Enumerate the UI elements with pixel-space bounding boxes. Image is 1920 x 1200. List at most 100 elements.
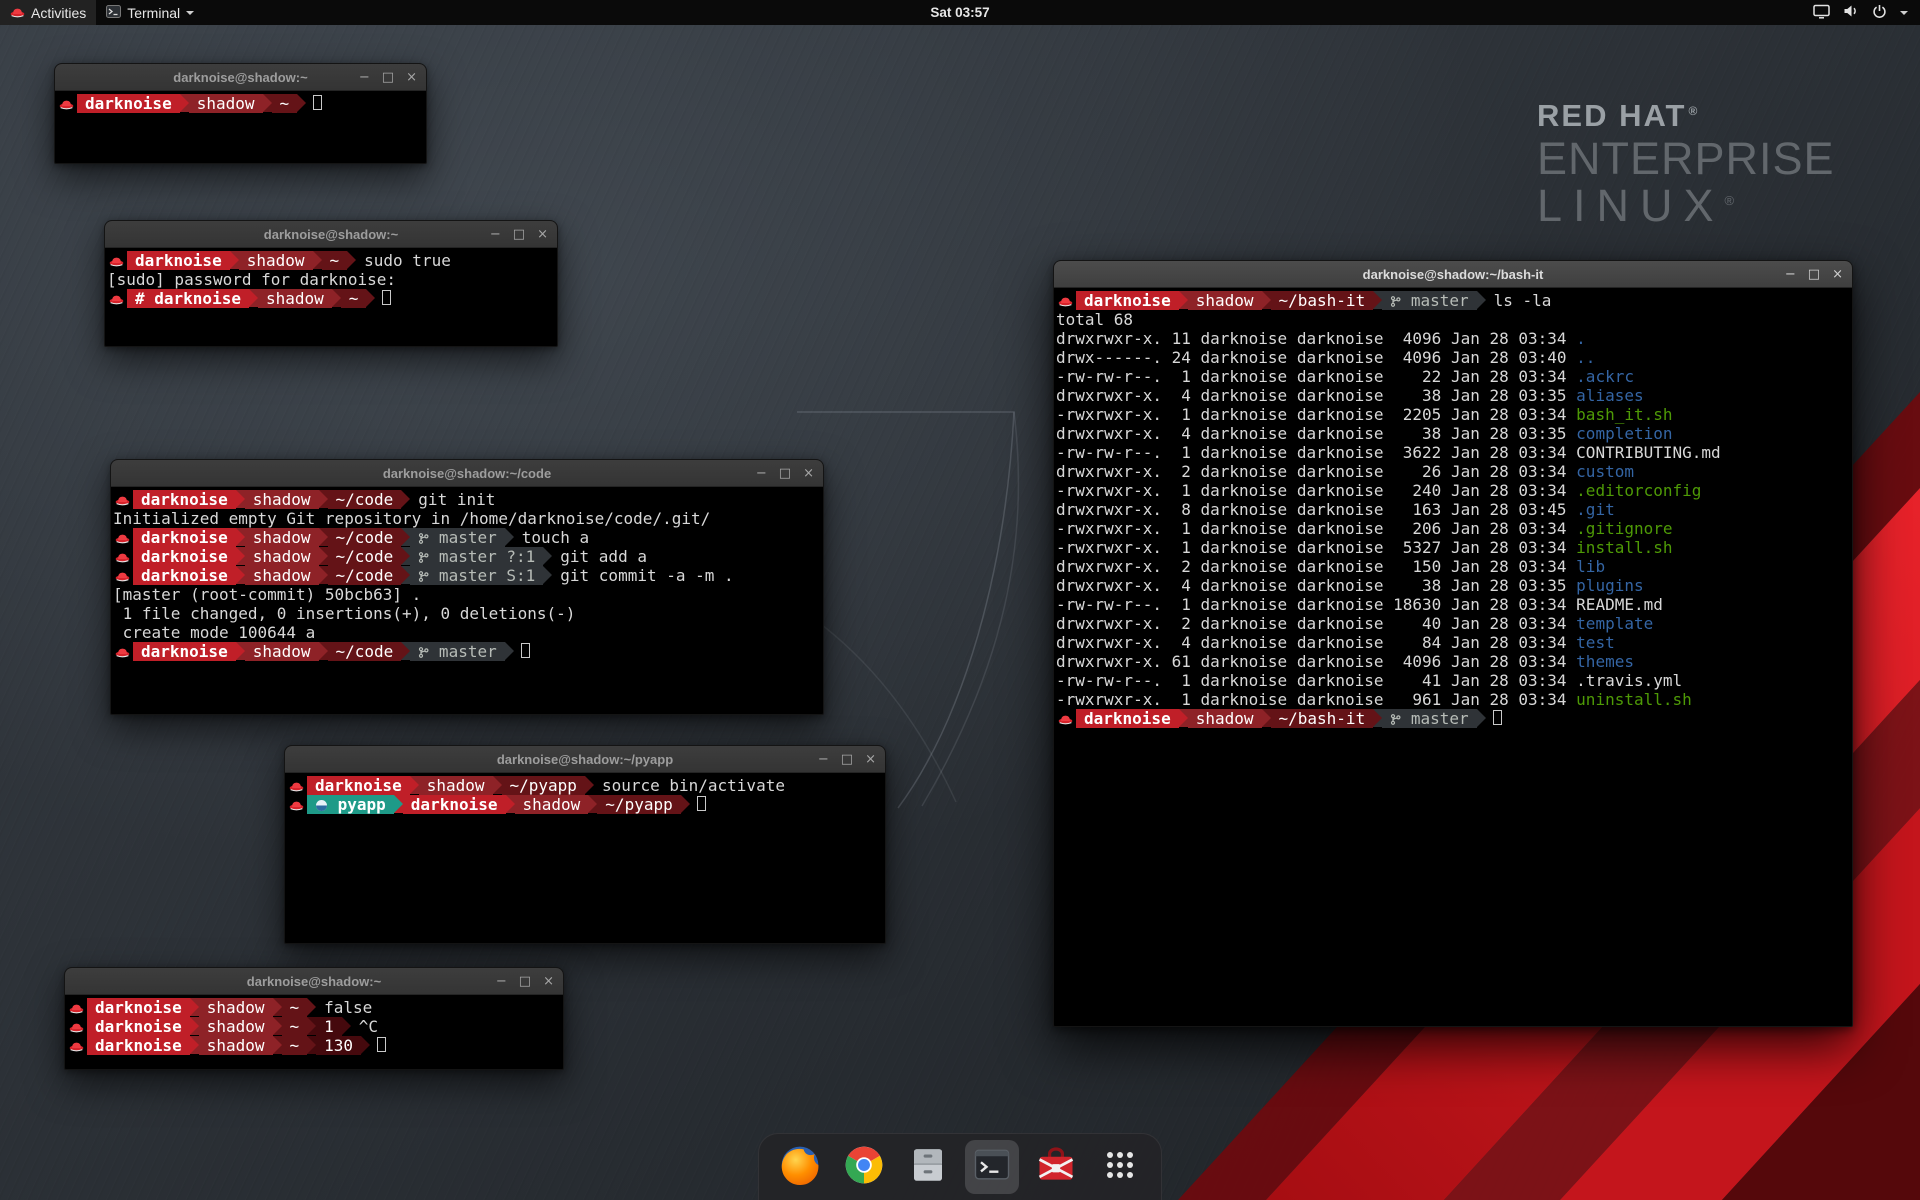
powerline-separator-icon bbox=[307, 998, 316, 1016]
redhat-prompt-icon bbox=[113, 566, 133, 585]
output-text: [master (root-commit) 50bcb63] . bbox=[113, 585, 421, 604]
close-button[interactable]: × bbox=[865, 753, 876, 766]
powerline-separator-icon bbox=[230, 251, 239, 269]
prompt-segment-venv: pyapp bbox=[307, 795, 394, 814]
terminal-content[interactable]: darknoiseshadow~/bash-it masterls -latot… bbox=[1054, 288, 1852, 1026]
prompt-segment-git: master S:1 bbox=[410, 566, 543, 585]
minimize-button[interactable]: − bbox=[818, 753, 829, 766]
window-titlebar[interactable]: darknoise@shadow:~−□× bbox=[55, 64, 426, 91]
ls-row: drwx------. 24 darknoise darknoise 4096 … bbox=[1056, 348, 1850, 367]
terminal-window-code: darknoise@shadow:~/code−□×darknoiseshado… bbox=[110, 459, 824, 715]
prompt-segment-host: shadow bbox=[239, 251, 313, 270]
dock-item-chrome[interactable] bbox=[837, 1140, 891, 1194]
terminal-line: darknoiseshadow~130 bbox=[67, 1036, 561, 1055]
redhat-prompt-icon bbox=[287, 795, 307, 814]
terminal-line: create mode 100644 a bbox=[113, 623, 821, 642]
prompt-segment-path: ~ bbox=[341, 289, 367, 308]
terminal-line: darknoiseshadow~/code master S:1git comm… bbox=[113, 566, 821, 585]
dock-item-firefox[interactable] bbox=[773, 1140, 827, 1194]
prompt-segment-git: master bbox=[1382, 709, 1476, 728]
window-controls: −□ × bbox=[490, 221, 548, 247]
prompt-segment-user: darknoise bbox=[127, 251, 230, 270]
ls-row-filename: .git bbox=[1576, 500, 1615, 519]
prompt-segment-exit: 1 bbox=[316, 1017, 342, 1036]
ls-row: drwxrwxr-x. 4 darknoise darknoise 38 Jan… bbox=[1056, 424, 1850, 443]
chrome-icon bbox=[842, 1143, 886, 1192]
ls-row-meta: drwx------. 24 darknoise darknoise 4096 … bbox=[1056, 348, 1576, 367]
powerline-separator-icon bbox=[585, 776, 594, 794]
window-titlebar[interactable]: darknoise@shadow:~/code−□× bbox=[111, 460, 823, 487]
dock-item-app-grid[interactable] bbox=[1093, 1140, 1147, 1194]
redhat-prompt-icon bbox=[107, 251, 127, 270]
powerline-separator-icon bbox=[681, 795, 690, 813]
ls-row-meta: -rw-rw-r--. 1 darknoise darknoise 18630 … bbox=[1056, 595, 1576, 614]
ls-row: -rwxrwxr-x. 1 darknoise darknoise 5327 J… bbox=[1056, 538, 1850, 557]
window-controls: −□ × bbox=[496, 968, 554, 994]
terminal-content[interactable]: darknoiseshadow~/codegit initInitialized… bbox=[111, 487, 823, 714]
dock-item-terminal[interactable] bbox=[965, 1140, 1019, 1194]
close-button[interactable]: × bbox=[1832, 268, 1843, 281]
dock-item-toolbox[interactable] bbox=[1029, 1140, 1083, 1194]
prompt-segment-user: darknoise bbox=[87, 1017, 190, 1036]
window-titlebar[interactable]: darknoise@shadow:~/bash-it−□× bbox=[1054, 261, 1852, 288]
close-button[interactable]: × bbox=[406, 71, 417, 84]
prompt-segment-path: ~ bbox=[322, 251, 348, 270]
prompt-segment-host: shadow bbox=[245, 528, 319, 547]
terminal-line: darknoiseshadow~/pyappsource bin/activat… bbox=[287, 776, 883, 795]
maximize-button[interactable]: □ bbox=[779, 467, 791, 480]
prompt-segment-git: master bbox=[1382, 291, 1476, 310]
window-titlebar[interactable]: darknoise@shadow:~−□× bbox=[65, 968, 563, 995]
redhat-prompt-icon bbox=[287, 776, 307, 795]
ls-row-filename: .. bbox=[1576, 348, 1595, 367]
window-titlebar[interactable]: darknoise@shadow:~−□× bbox=[105, 221, 557, 248]
redhat-prompt-icon bbox=[57, 94, 77, 113]
terminal-content[interactable]: darknoiseshadow~falsedarknoiseshadow~1^C… bbox=[65, 995, 563, 1069]
ls-row: -rw-rw-r--. 1 darknoise darknoise 22 Jan… bbox=[1056, 367, 1850, 386]
clock[interactable]: Sat 03:57 bbox=[920, 0, 999, 25]
terminal-content[interactable]: darknoiseshadow~ bbox=[55, 91, 426, 163]
powerline-separator-icon bbox=[361, 1036, 370, 1054]
ls-row-meta: drwxrwxr-x. 4 darknoise darknoise 84 Jan… bbox=[1056, 633, 1576, 652]
minimize-button[interactable]: − bbox=[490, 228, 501, 241]
terminal-line: darknoiseshadow~/code master bbox=[113, 642, 821, 661]
minimize-button[interactable]: − bbox=[359, 71, 370, 84]
maximize-button[interactable]: □ bbox=[841, 753, 853, 766]
redhat-prompt-icon bbox=[113, 490, 133, 509]
terminal-line: darknoiseshadow~ bbox=[57, 94, 424, 113]
ls-row-meta: drwxrwxr-x. 4 darknoise darknoise 38 Jan… bbox=[1056, 386, 1576, 405]
minimize-button[interactable]: − bbox=[496, 975, 507, 988]
volume-icon bbox=[1843, 4, 1859, 21]
close-button[interactable]: × bbox=[543, 975, 554, 988]
close-button[interactable]: × bbox=[803, 467, 814, 480]
powerline-separator-icon bbox=[307, 1017, 316, 1035]
terminal-line: total 68 bbox=[1056, 310, 1850, 329]
terminal-content[interactable]: darknoiseshadow~/pyappsource bin/activat… bbox=[285, 773, 885, 943]
minimize-button[interactable]: − bbox=[756, 467, 767, 480]
output-text: Initialized empty Git repository in /hom… bbox=[113, 509, 710, 528]
powerline-separator-icon bbox=[505, 528, 514, 546]
system-status-area[interactable] bbox=[1801, 0, 1920, 25]
dock-item-files[interactable] bbox=[901, 1140, 955, 1194]
activities-button[interactable]: Activities bbox=[0, 0, 96, 25]
minimize-button[interactable]: − bbox=[1785, 268, 1796, 281]
ls-row: -rw-rw-r--. 1 darknoise darknoise 18630 … bbox=[1056, 595, 1850, 614]
app-menu-terminal[interactable]: Terminal bbox=[96, 0, 204, 25]
powerline-separator-icon bbox=[190, 1036, 199, 1054]
window-titlebar[interactable]: darknoise@shadow:~/pyapp−□× bbox=[285, 746, 885, 773]
powerline-separator-icon bbox=[401, 528, 410, 546]
powerline-separator-icon bbox=[190, 1017, 199, 1035]
terminal-line: 1 file changed, 0 insertions(+), 0 delet… bbox=[113, 604, 821, 623]
ls-row: drwxrwxr-x. 11 darknoise darknoise 4096 … bbox=[1056, 329, 1850, 348]
screen-icon bbox=[1813, 4, 1830, 22]
prompt-segment-user: darknoise bbox=[1076, 291, 1179, 310]
maximize-button[interactable]: □ bbox=[1808, 268, 1820, 281]
chevron-down-icon bbox=[1900, 11, 1908, 15]
maximize-button[interactable]: □ bbox=[513, 228, 525, 241]
maximize-button[interactable]: □ bbox=[519, 975, 531, 988]
ls-row-filename: uninstall.sh bbox=[1576, 690, 1692, 709]
close-button[interactable]: × bbox=[537, 228, 548, 241]
terminal-content[interactable]: darknoiseshadow~sudo true[sudo] password… bbox=[105, 248, 557, 346]
command-text: ^C bbox=[351, 1017, 378, 1036]
ls-row-meta: -rwxrwxr-x. 1 darknoise darknoise 5327 J… bbox=[1056, 538, 1576, 557]
maximize-button[interactable]: □ bbox=[382, 71, 394, 84]
